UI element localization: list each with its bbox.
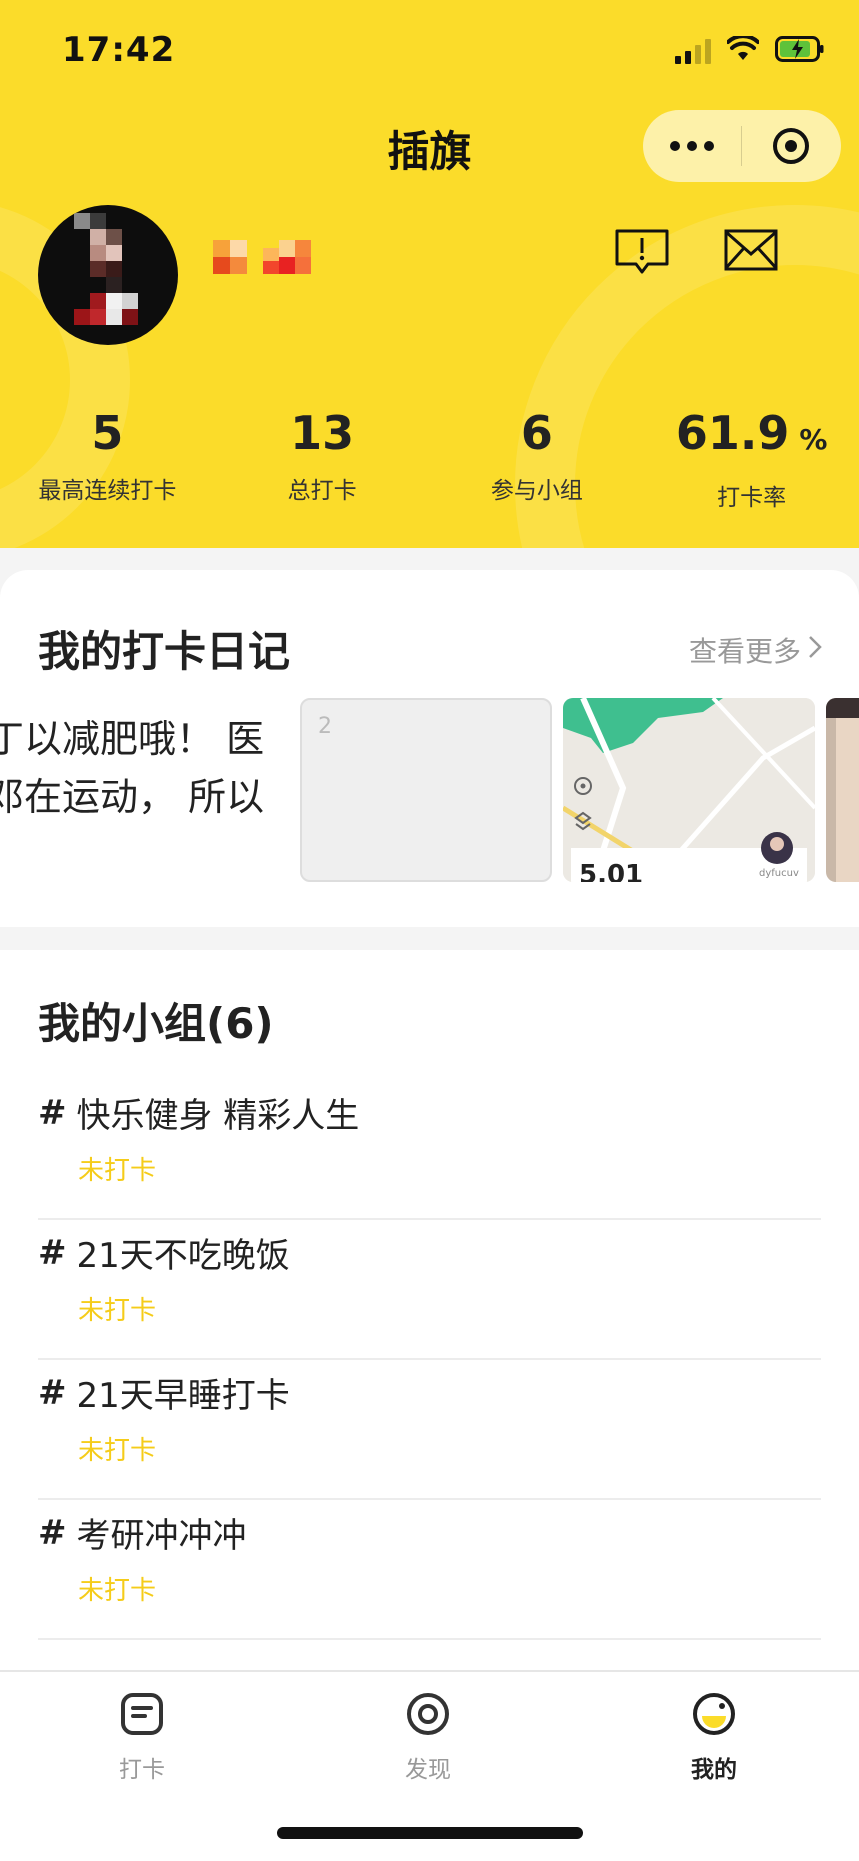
report-icon[interactable] — [614, 228, 670, 280]
diary-text-line: 邓在运动， 所以 — [0, 775, 265, 819]
status-bar: 17:42 — [0, 0, 859, 100]
nav-bar: 插旗 — [0, 110, 859, 182]
mini-program-capsule — [643, 110, 841, 182]
stat-total-checkins: 13 总打卡 — [215, 405, 430, 512]
diary-section-title: 我的打卡日记 — [38, 627, 291, 676]
stat-value: 61.9 — [675, 406, 790, 460]
stat-value: 13 — [290, 406, 355, 460]
tab-label: 我的 — [691, 1757, 737, 1783]
group-item[interactable]: #21天不吃晚饭 未打卡 — [38, 1220, 821, 1360]
groups-section-title: 我的小组(6) — [38, 999, 274, 1048]
group-item[interactable]: # 快乐健身 精彩人生 未打卡 — [38, 1080, 821, 1220]
profile-stats: 5 最高连续打卡 13 总打卡 6 参与小组 61.9% 打卡率 — [0, 405, 859, 512]
stat-label: 参与小组 — [490, 478, 583, 504]
battery-charging-icon — [775, 36, 825, 66]
diary-entry-text[interactable]: 丁以减肥哦！ 医 邓在运动， 所以 — [0, 698, 290, 882]
group-status: 未打卡 — [78, 1296, 157, 1326]
groups-card: 我的小组(6) # 快乐健身 精彩人生 未打卡 #21天不吃晚饭 未打卡 #21天… — [0, 950, 859, 1670]
hashtag-icon: # — [38, 1232, 67, 1273]
diary-text-line: 丁以减肥哦！ 医 — [0, 717, 265, 761]
avatar[interactable] — [38, 205, 178, 345]
home-indicator[interactable] — [277, 1827, 583, 1839]
tab-discover[interactable]: 发现 — [358, 1686, 498, 1784]
stat-label: 打卡率 — [717, 485, 787, 511]
diary-card: 我的打卡日记 查看更多 丁以减肥哦！ 医 邓在运动， 所以 2 5.01 dyf… — [0, 570, 859, 927]
group-name: 21天不吃晚饭 — [76, 1236, 290, 1276]
signal-icon — [675, 38, 711, 64]
mail-icon[interactable] — [724, 228, 778, 278]
group-name: 21天早睡打卡 — [76, 1376, 290, 1416]
hashtag-icon: # — [38, 1092, 67, 1133]
chevron-right-icon — [807, 634, 823, 667]
see-more-label: 查看更多 — [688, 635, 801, 668]
wifi-icon — [726, 34, 760, 66]
group-list: # 快乐健身 精彩人生 未打卡 #21天不吃晚饭 未打卡 #21天早睡打卡 未打卡… — [38, 1080, 821, 1640]
status-time: 17:42 — [62, 30, 176, 70]
username-mosaic — [213, 240, 311, 274]
checkin-icon — [72, 1686, 212, 1742]
map-distance: 5.01 — [579, 860, 644, 882]
map-image — [563, 698, 815, 882]
group-name: 考研冲冲冲 — [76, 1516, 247, 1556]
tab-label: 发现 — [405, 1757, 451, 1783]
stat-value: 6 — [520, 406, 553, 460]
stat-unit: % — [799, 423, 828, 456]
stat-checkin-rate: 61.9% 打卡率 — [644, 405, 859, 512]
group-status: 未打卡 — [78, 1156, 157, 1186]
close-target-icon[interactable] — [742, 110, 840, 182]
diary-entry-thumbnail[interactable] — [826, 698, 859, 882]
group-item[interactable]: # 考研冲冲冲 未打卡 — [38, 1500, 821, 1640]
group-name: 快乐健身 精彩人生 — [76, 1096, 360, 1136]
me-icon — [644, 1686, 784, 1742]
hashtag-icon: # — [38, 1512, 67, 1553]
diary-entry-placeholder[interactable]: 2 — [300, 698, 552, 882]
diary-entry-map[interactable]: 5.01 dyfucuv — [563, 698, 815, 882]
stat-label: 总打卡 — [287, 478, 357, 504]
tab-me[interactable]: 我的 — [644, 1686, 784, 1784]
more-icon[interactable] — [643, 110, 741, 182]
discover-icon — [358, 1686, 498, 1742]
hashtag-icon: # — [38, 1372, 67, 1413]
group-item[interactable]: #21天早睡打卡 未打卡 — [38, 1360, 821, 1500]
diary-carousel[interactable]: 丁以减肥哦！ 医 邓在运动， 所以 2 5.01 dyfucuv — [0, 698, 859, 882]
group-status: 未打卡 — [78, 1436, 157, 1466]
stat-label: 最高连续打卡 — [38, 478, 177, 504]
map-username: dyfucuv — [759, 868, 799, 879]
profile-header: 17:42 插旗 5 最高连续打卡 13 总打卡 6 参与小组 61.9 % 打… — [0, 0, 859, 548]
stat-value: 5 — [91, 406, 124, 460]
stat-groups-joined: 6 参与小组 — [430, 405, 645, 512]
see-more-link[interactable]: 查看更多 — [689, 630, 823, 670]
tab-label: 打卡 — [119, 1757, 165, 1783]
group-status: 未打卡 — [78, 1576, 157, 1606]
tab-checkin[interactable]: 打卡 — [72, 1686, 212, 1784]
stat-max-streak: 5 最高连续打卡 — [0, 405, 215, 512]
placeholder-number: 2 — [318, 714, 332, 739]
